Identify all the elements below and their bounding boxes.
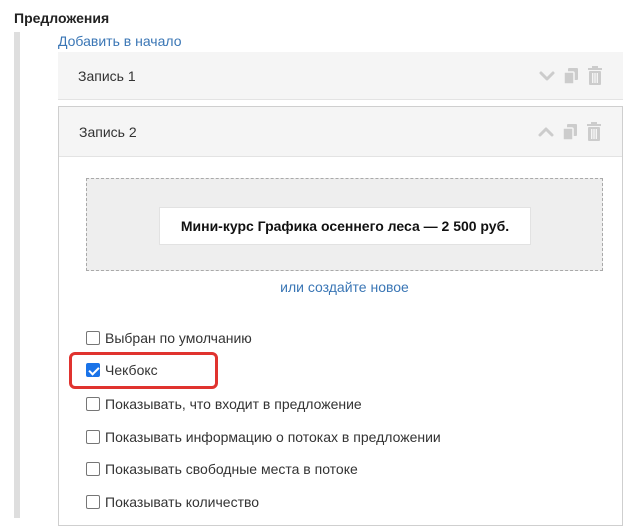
checkbox-offer-contents[interactable] <box>86 397 100 411</box>
checkbox-default[interactable] <box>86 331 100 345</box>
checkbox-label: Чекбокс <box>105 362 158 378</box>
chevron-down-icon[interactable] <box>539 70 555 82</box>
trash-icon[interactable] <box>587 65 603 86</box>
copy-icon[interactable] <box>562 123 578 141</box>
record-2-title: Запись 2 <box>79 123 137 140</box>
offer-chip[interactable]: Мини-курс Графика осеннего леса — 2 500 … <box>159 207 531 245</box>
record-2-panel: Запись 2 Мини-курс Графика осеннего леса… <box>58 106 623 526</box>
section-title: Предложения <box>14 10 110 26</box>
record-2-actions <box>538 107 602 156</box>
copy-icon[interactable] <box>563 67 579 85</box>
checkbox-checkbox[interactable] <box>86 363 100 377</box>
checkbox-row-offer-contents[interactable]: Показывать, что входит в предложение <box>86 396 362 412</box>
checkbox-label: Показывать свободные места в потоке <box>105 461 358 477</box>
add-to-start-link[interactable]: Добавить в начало <box>58 33 182 49</box>
checkbox-free-seats[interactable] <box>86 462 100 476</box>
record-2-header[interactable]: Запись 2 <box>59 107 622 157</box>
trash-icon[interactable] <box>586 121 602 142</box>
create-new-link[interactable]: или создайте новое <box>59 279 630 295</box>
chevron-up-icon[interactable] <box>538 126 554 138</box>
record-1-title: Запись 1 <box>78 67 136 84</box>
checkbox-stream-info[interactable] <box>86 430 100 444</box>
checkbox-label: Показывать количество <box>105 494 260 510</box>
checkbox-row-checkbox[interactable]: Чекбокс <box>86 362 158 378</box>
checkbox-row-quantity[interactable]: Показывать количество <box>86 494 259 510</box>
record-1-actions <box>539 52 603 99</box>
checkbox-row-stream-info[interactable]: Показывать информацию о потоках в предло… <box>86 429 441 445</box>
record-1-header[interactable]: Запись 1 <box>58 52 623 100</box>
offer-drop-area[interactable]: Мини-курс Графика осеннего леса — 2 500 … <box>86 178 603 271</box>
section-rail <box>14 32 20 518</box>
checkbox-label: Показывать информацию о потоках в предло… <box>105 429 441 445</box>
checkbox-row-free-seats[interactable]: Показывать свободные места в потоке <box>86 461 358 477</box>
checkbox-label: Показывать, что входит в предложение <box>105 396 362 412</box>
checkbox-row-default[interactable]: Выбран по умолчанию <box>86 330 252 346</box>
checkbox-quantity[interactable] <box>86 495 100 509</box>
checkbox-label: Выбран по умолчанию <box>105 330 252 346</box>
